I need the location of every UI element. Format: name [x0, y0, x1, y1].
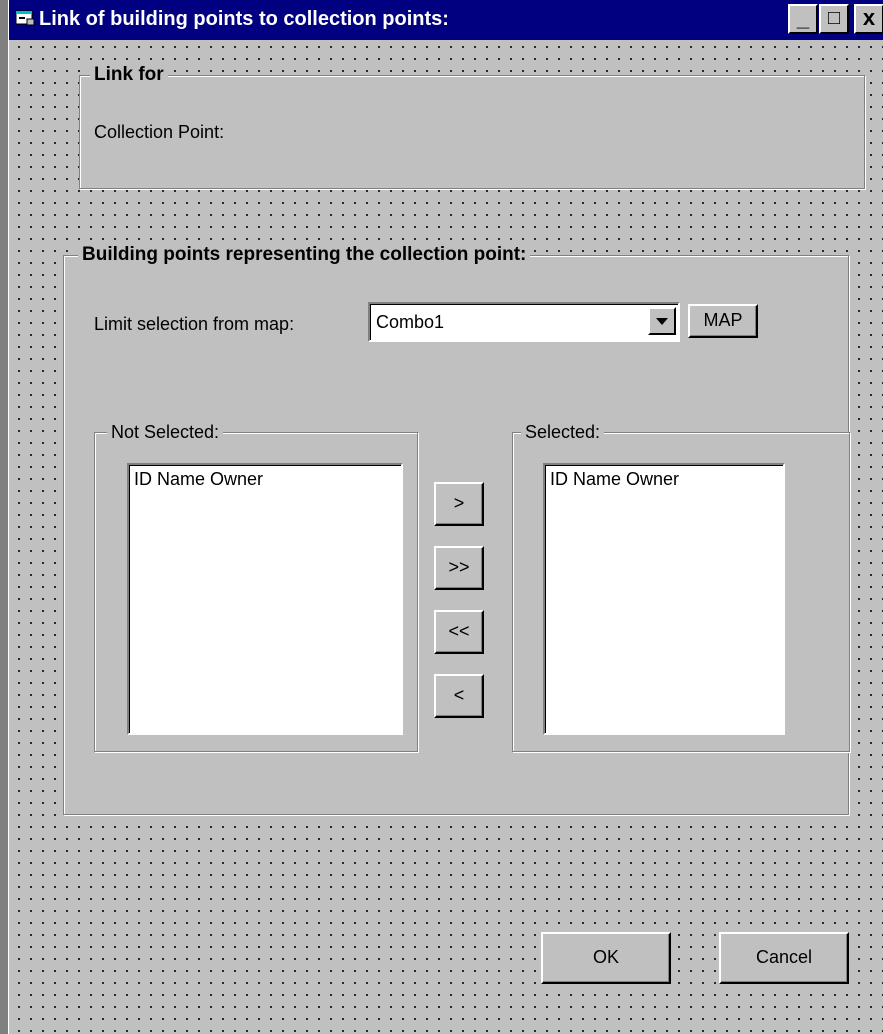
cancel-button[interactable]: Cancel	[719, 932, 849, 984]
building-points-group: Building points representing the collect…	[63, 242, 850, 815]
minimize-button[interactable]: _	[788, 4, 818, 34]
not-selected-group: Not Selected: ID Name Owner	[94, 419, 418, 752]
building-points-legend: Building points representing the collect…	[78, 242, 531, 268]
link-for-legend: Link for	[90, 62, 168, 88]
not-selected-list-header: ID Name Owner	[134, 469, 264, 489]
close-button[interactable]: x	[854, 4, 883, 34]
map-button[interactable]: MAP	[688, 304, 758, 338]
selected-legend: Selected:	[521, 419, 605, 445]
collection-point-label: Collection Point:	[94, 120, 225, 144]
remove-one-button[interactable]: <	[434, 674, 484, 718]
limit-selection-label: Limit selection from map:	[94, 312, 295, 336]
window-title: Link of building points to collection po…	[39, 8, 449, 30]
map-selection-combo[interactable]: Combo1	[368, 302, 680, 342]
maximize-button[interactable]: □	[819, 4, 849, 34]
combo-value: Combo1	[376, 312, 445, 332]
add-one-button[interactable]: >	[434, 482, 484, 526]
selected-group: Selected: ID Name Owner	[512, 419, 850, 752]
selected-list[interactable]: ID Name Owner	[543, 463, 785, 735]
link-for-group: Link for Collection Point:	[79, 62, 865, 189]
not-selected-list[interactable]: ID Name Owner	[127, 463, 403, 735]
not-selected-legend: Not Selected:	[107, 419, 224, 445]
form-icon	[15, 10, 35, 26]
remove-all-button[interactable]: <<	[434, 610, 484, 654]
add-all-button[interactable]: >>	[434, 546, 484, 590]
ok-button[interactable]: OK	[541, 932, 671, 984]
title-bar[interactable]: Link of building points to collection po…	[9, 0, 883, 40]
chevron-down-icon[interactable]	[648, 307, 676, 335]
selected-list-header: ID Name Owner	[550, 469, 680, 489]
dialog-window: Link of building points to collection po…	[8, 0, 883, 1034]
